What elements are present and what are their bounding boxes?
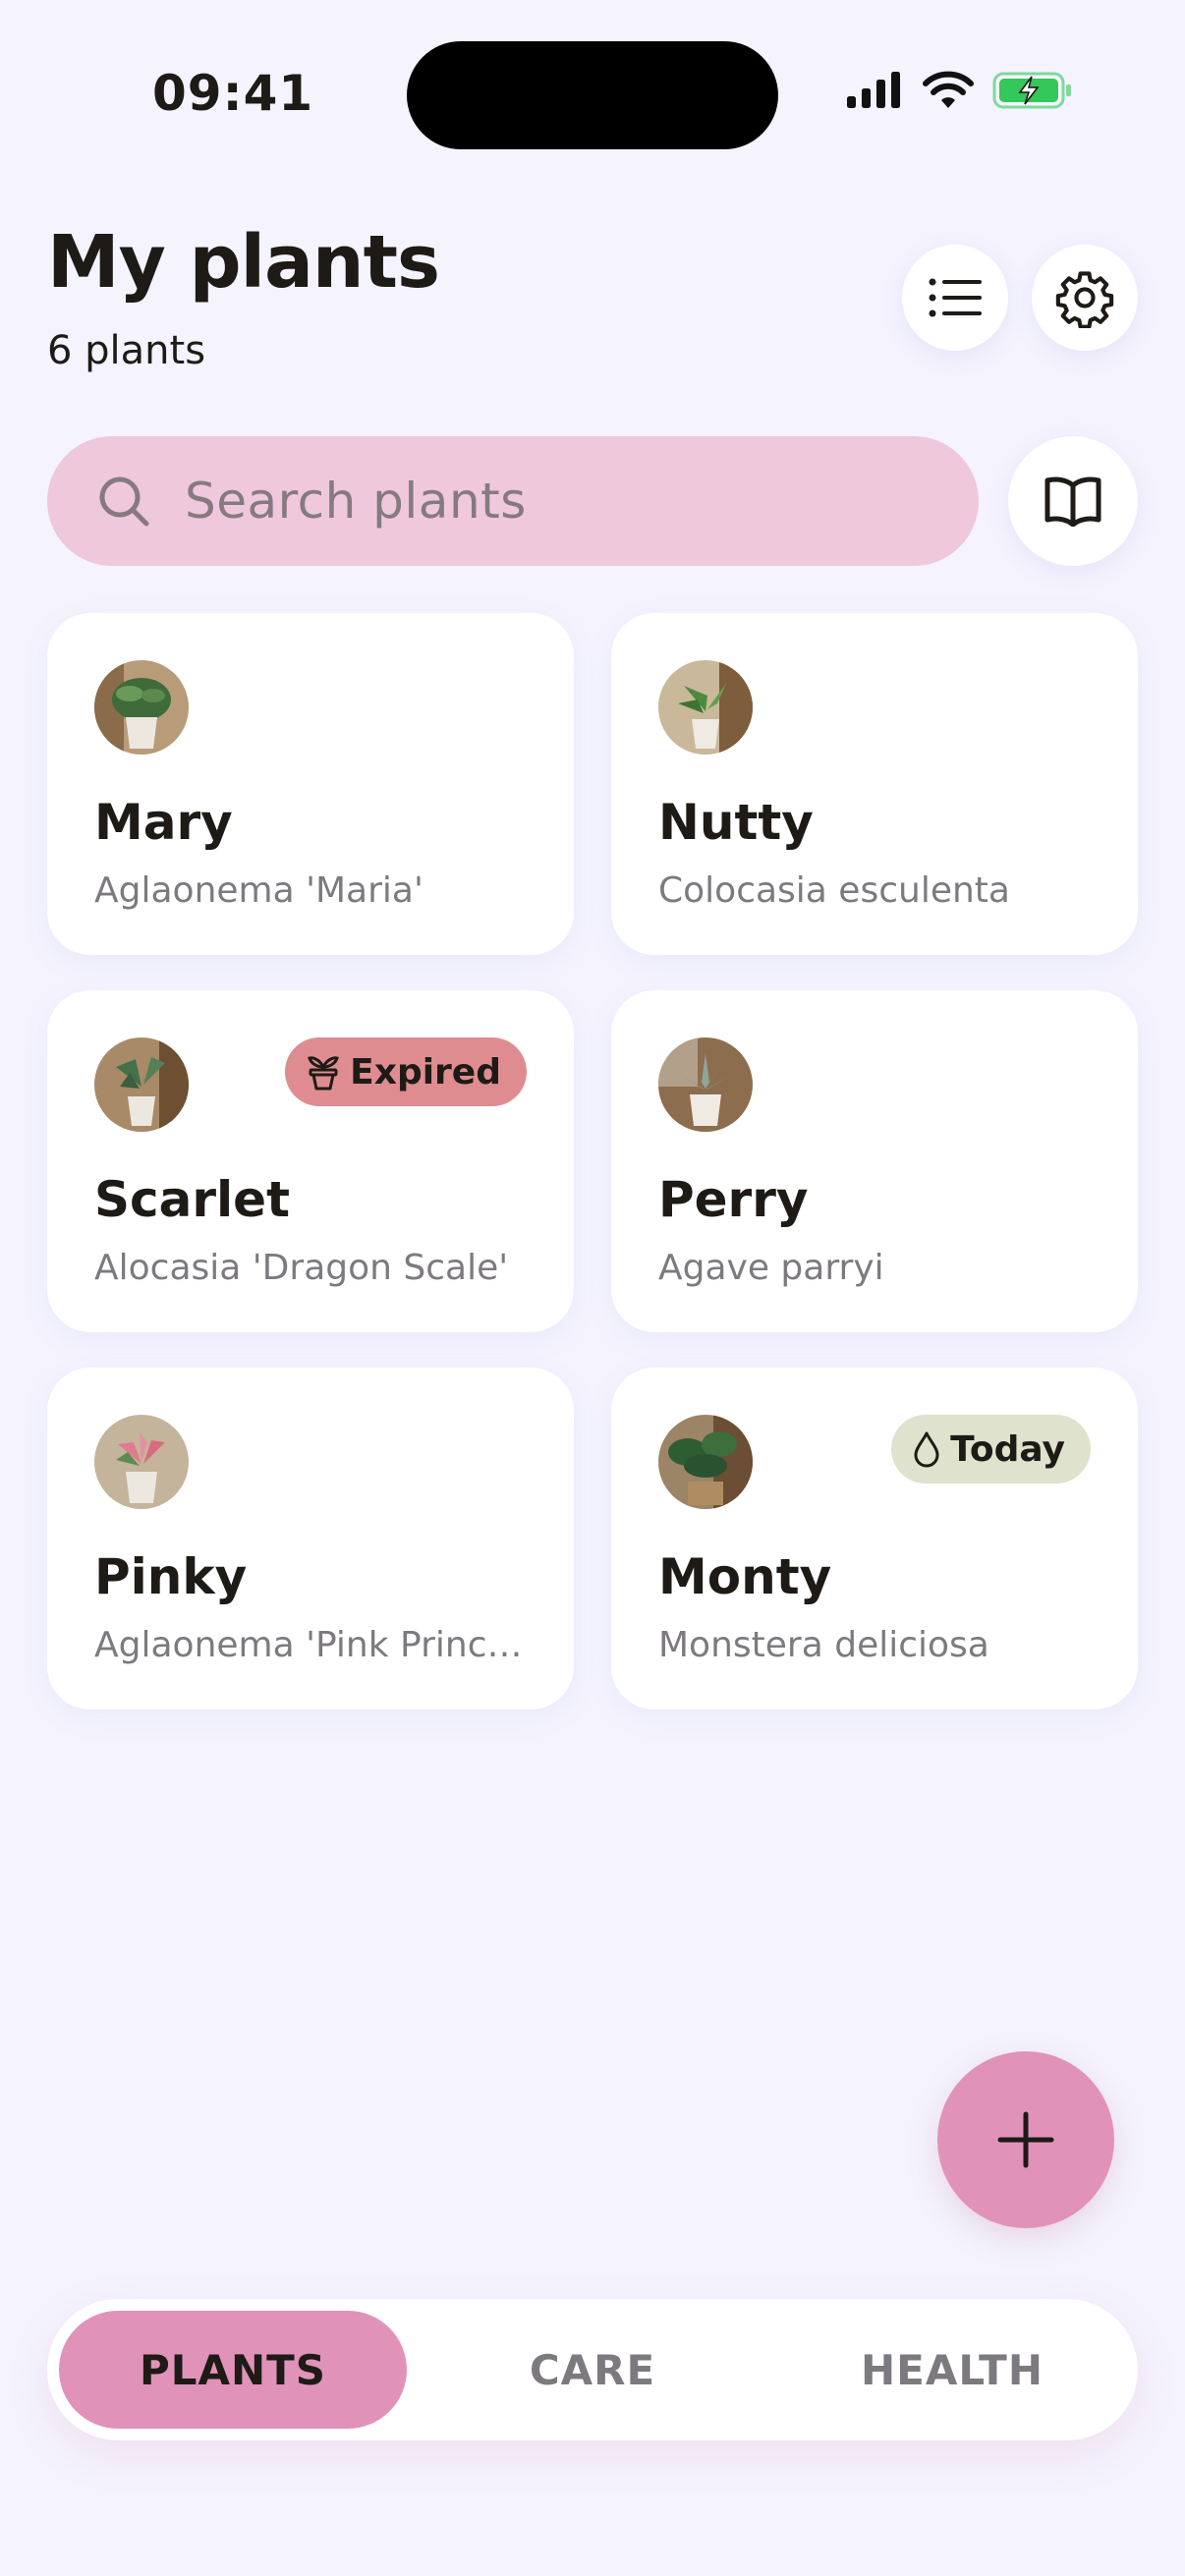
plant-card-scarlet[interactable]: Expired Scarlet Alocasia 'Dragon Scale'	[47, 990, 574, 1332]
plant-photo-mary	[94, 660, 189, 755]
plant-card-perry[interactable]: Perry Agave parryi	[611, 990, 1138, 1332]
water-drop-icon	[914, 1431, 939, 1468]
plant-card-nutty[interactable]: Nutty Colocasia esculenta	[611, 613, 1138, 955]
plant-card-monty[interactable]: Today Monty Monstera deliciosa	[611, 1368, 1138, 1709]
search-input[interactable]: Search plants	[47, 436, 979, 566]
plant-card-pinky[interactable]: Pinky Aglaonema 'Pink Princ…	[47, 1368, 574, 1709]
status-time: 09:41	[152, 65, 314, 122]
search-placeholder: Search plants	[185, 473, 527, 530]
plant-species: Alocasia 'Dragon Scale'	[94, 1248, 509, 1288]
wifi-icon	[923, 71, 974, 108]
plant-species: Monstera deliciosa	[658, 1625, 989, 1665]
tab-plants[interactable]: PLANTS	[59, 2311, 407, 2429]
plant-photo-monty	[658, 1415, 753, 1509]
tab-health[interactable]: HEALTH	[778, 2311, 1126, 2429]
plant-species: Aglaonema 'Maria'	[94, 870, 423, 911]
pot-icon	[308, 1056, 340, 1091]
plant-name: Mary	[94, 794, 233, 851]
plant-name: Pinky	[94, 1548, 248, 1605]
status-badge-today: Today	[891, 1415, 1091, 1484]
settings-button[interactable]	[1032, 245, 1138, 351]
status-badge-expired: Expired	[285, 1037, 527, 1106]
cellular-signal-icon	[847, 72, 900, 108]
plus-icon	[997, 2111, 1054, 2168]
dynamic-island	[407, 41, 778, 149]
battery-charging-icon	[992, 72, 1071, 109]
plant-name: Scarlet	[94, 1171, 290, 1228]
page-title: My plants	[47, 220, 440, 305]
plant-name: Perry	[658, 1171, 809, 1228]
book-icon	[1044, 476, 1101, 527]
badge-label: Today	[950, 1428, 1065, 1470]
plant-species: Aglaonema 'Pink Princ…	[94, 1625, 523, 1665]
add-plant-button[interactable]	[937, 2051, 1114, 2228]
plant-name: Nutty	[658, 794, 814, 851]
plant-guide-button[interactable]	[1008, 436, 1138, 566]
badge-label: Expired	[350, 1051, 501, 1092]
plant-photo-pinky	[94, 1415, 189, 1509]
gear-icon	[1055, 271, 1114, 328]
status-icons	[845, 71, 1073, 110]
search-icon	[99, 476, 149, 527]
plant-count: 6 plants	[47, 328, 206, 373]
list-icon	[929, 278, 982, 317]
tab-care[interactable]: CARE	[419, 2311, 766, 2429]
plant-photo-scarlet	[94, 1037, 189, 1132]
plant-photo-nutty	[658, 660, 753, 755]
list-view-button[interactable]	[902, 245, 1008, 351]
plant-name: Monty	[658, 1548, 832, 1605]
plant-card-mary[interactable]: Mary Aglaonema 'Maria'	[47, 613, 574, 955]
plant-species: Colocasia esculenta	[658, 870, 1010, 911]
bottom-navigation: PLANTS CARE HEALTH	[47, 2299, 1138, 2440]
plant-photo-perry	[658, 1037, 753, 1132]
plant-species: Agave parryi	[658, 1248, 884, 1288]
screen: 09:41 My plants 6 plants Search plants M…	[0, 0, 1185, 2576]
